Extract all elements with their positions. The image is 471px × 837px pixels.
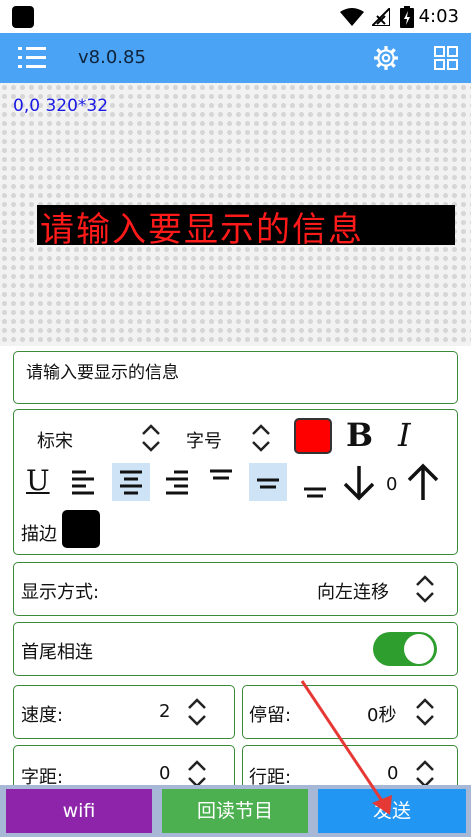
font-family-updown-icon[interactable] [140, 423, 162, 453]
display-mode-value: 向左连移 [317, 582, 389, 603]
align-center-button[interactable] [112, 463, 150, 501]
cell-signal-icon [372, 8, 390, 26]
display-mode-label: 显示方式: [21, 582, 100, 603]
message-input-value: 请输入要显示的信息 [26, 363, 179, 383]
speed-row: 速度: 2 [13, 685, 235, 739]
app-version: v8.0.85 [78, 47, 146, 68]
settings-gear-icon[interactable] [373, 45, 399, 71]
font-size-updown-icon[interactable] [250, 423, 272, 453]
underline-button[interactable]: U [26, 464, 50, 497]
message-input[interactable]: 请输入要显示的信息 [13, 351, 458, 404]
preview-coordinates: 0,0 320*32 [13, 96, 109, 116]
text-color-swatch[interactable] [294, 418, 332, 454]
font-size-label: 字号 [186, 431, 222, 452]
loop-label: 首尾相连 [21, 642, 93, 663]
valign-bottom-icon[interactable] [302, 465, 328, 501]
bold-button[interactable]: B [346, 416, 373, 454]
status-bar: 4:03 [0, 0, 471, 33]
grid-icon[interactable] [434, 46, 458, 70]
notification-icon [12, 6, 34, 28]
italic-button[interactable]: I [398, 416, 411, 454]
spacing-value: 0 [386, 474, 398, 495]
menu-icon[interactable] [18, 47, 48, 69]
wifi-button[interactable]: wifi [6, 789, 152, 833]
speed-value: 2 [159, 701, 171, 722]
align-right-icon[interactable] [164, 465, 190, 499]
annotation-arrow [300, 680, 392, 815]
clock: 4:03 [418, 6, 459, 27]
app-bar: v8.0.85 [0, 33, 471, 83]
loop-row: 首尾相连 [13, 622, 458, 676]
battery-icon [400, 6, 414, 28]
pause-updown-icon[interactable] [414, 697, 436, 727]
outline-label: 描边 [21, 524, 57, 545]
display-mode-row[interactable]: 显示方式: 向左连移 [13, 562, 458, 616]
speed-updown-icon[interactable] [186, 697, 208, 727]
font-family-value[interactable]: 标宋 [37, 427, 73, 453]
align-left-icon[interactable] [70, 465, 96, 499]
outline-color-swatch[interactable] [62, 510, 100, 548]
font-settings-panel: 标宋 字号 B I U 0 描边 [13, 409, 458, 555]
wifi-signal-icon [340, 8, 364, 26]
display-mode-updown-icon[interactable] [414, 574, 436, 604]
toggle-knob [404, 634, 434, 664]
arrow-up-icon[interactable] [406, 462, 440, 502]
arrow-down-icon[interactable] [342, 464, 376, 502]
led-preview-text: 请输入要显示的信息 [40, 210, 364, 250]
char-spacing-value: 0 [159, 763, 171, 784]
pause-label: 停留: [249, 705, 292, 726]
loop-toggle[interactable] [373, 632, 437, 666]
valign-top-icon[interactable] [208, 465, 234, 499]
readback-program-button[interactable]: 回读节目 [162, 789, 308, 833]
speed-label: 速度: [21, 705, 64, 726]
valign-middle-button[interactable] [249, 463, 287, 501]
